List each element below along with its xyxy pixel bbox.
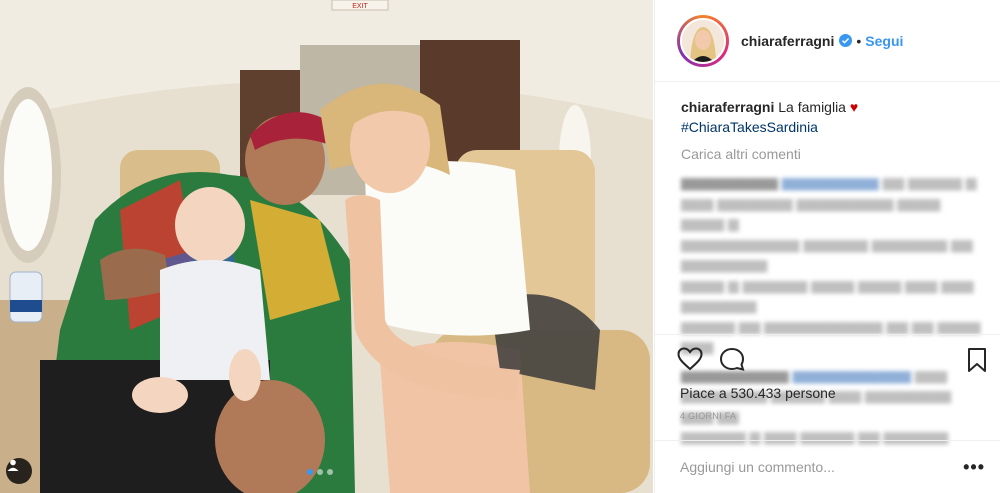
load-more-comments-button[interactable]: Carica altri comenti	[681, 144, 981, 164]
likes-count[interactable]: Piace a 530.433 persone	[680, 385, 836, 401]
more-options-button[interactable]: •••	[963, 457, 985, 478]
comment-icon[interactable]	[719, 347, 745, 371]
caption-text: La famiglia	[778, 99, 846, 115]
follow-button[interactable]: Segui	[865, 33, 903, 49]
bookmark-icon[interactable]	[967, 347, 987, 373]
verified-badge-icon	[839, 34, 853, 47]
exit-sign-text: EXIT	[352, 3, 368, 10]
comment-input[interactable]: Aggiungi un commento...	[680, 459, 963, 475]
carousel-dots	[307, 469, 333, 475]
post-timestamp[interactable]: 4 GIORNI FA	[680, 411, 736, 421]
carousel-dot[interactable]	[327, 469, 333, 475]
tag-user-icon[interactable]	[6, 458, 32, 484]
carousel-dot[interactable]	[317, 469, 323, 475]
post-header: chiaraferragni • Segui	[655, 0, 1000, 82]
add-comment-bar: Aggiungi un commento... •••	[655, 440, 1000, 493]
heart-icon[interactable]	[677, 347, 703, 371]
post-side-panel: chiaraferragni • Segui chiaraferragni La…	[654, 0, 1000, 493]
heart-emoji-icon: ♥	[849, 99, 859, 115]
post-actions: Piace a 530.433 persone 4 GIORNI FA	[655, 334, 1000, 446]
photo-illustration: EXIT	[0, 0, 653, 493]
caption: chiaraferragni La famiglia ♥	[681, 97, 981, 117]
separator-bullet: •	[856, 32, 862, 49]
caption-username[interactable]: chiaraferragni	[681, 99, 774, 115]
post-photo[interactable]: EXIT	[0, 0, 653, 493]
blurred-comment: ▆▆▆▆▆▆▆▆▆ ▆▆▆▆▆▆▆▆▆ ▆▆ ▆▆▆▆▆ ▆ ▆▆▆ ▆▆▆▆▆…	[681, 174, 981, 354]
carousel-dot[interactable]	[307, 469, 313, 475]
username-link[interactable]: chiaraferragni	[741, 33, 834, 49]
avatar[interactable]	[677, 14, 729, 67]
avatar-image	[680, 17, 726, 64]
hashtag-link[interactable]: #ChiaraTakesSardinia	[681, 117, 981, 137]
